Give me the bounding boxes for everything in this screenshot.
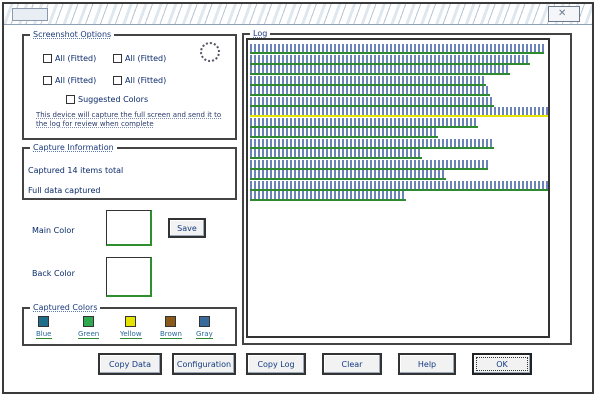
log-line[interactable] [250, 75, 486, 86]
window-title [12, 8, 48, 21]
color-swatch[interactable] [125, 316, 137, 327]
palette-color-gray[interactable]: Gray [196, 316, 213, 339]
ok-button[interactable]: OK [472, 353, 532, 375]
log-line[interactable] [250, 159, 488, 170]
checkbox-box[interactable] [43, 54, 52, 63]
checkbox-label: All (Fitted) [55, 54, 97, 63]
checkbox-box[interactable] [113, 76, 122, 85]
checkbox-4[interactable]: All (Fitted) [113, 76, 166, 85]
color-label: Brown [160, 330, 182, 339]
log-line[interactable] [250, 107, 548, 117]
checkbox-label: All (Fitted) [125, 54, 167, 63]
log-line[interactable] [250, 149, 422, 159]
help-button[interactable]: Help [398, 353, 456, 375]
color-swatch[interactable] [38, 316, 50, 327]
palette-color-yellow[interactable]: Yellow [120, 316, 142, 339]
copy-data-button[interactable]: Copy Data [98, 353, 162, 375]
clear-button[interactable]: Clear [322, 353, 382, 375]
palette-color-green[interactable]: Green [78, 316, 100, 339]
log-line[interactable] [250, 180, 548, 191]
checkbox-2[interactable]: All (Fitted) [113, 54, 166, 63]
gear-icon[interactable] [200, 42, 220, 62]
save-button[interactable]: Save [168, 218, 206, 238]
checkbox-box[interactable] [43, 76, 52, 85]
close-icon: ✕ [558, 8, 567, 19]
log-line[interactable] [250, 96, 494, 107]
checkbox-5[interactable]: Suggested Colors [66, 95, 148, 104]
info-line-1: Captured 14 items total [28, 166, 124, 175]
checkbox-label: All (Fitted) [125, 76, 167, 85]
palette-legend: Captured Colors [30, 303, 101, 312]
log-legend: Log [250, 29, 271, 38]
title-bar: ✕ [4, 4, 592, 25]
palette-color-blue[interactable]: Blue [36, 316, 52, 339]
checkbox-3[interactable]: All (Fitted) [43, 76, 96, 85]
copy-log-button[interactable]: Copy Log [246, 353, 306, 375]
back-color-swatch[interactable] [106, 257, 152, 297]
log-line[interactable] [250, 128, 438, 138]
log-line[interactable] [250, 65, 510, 75]
color-label: Yellow [120, 330, 142, 339]
checkbox-box[interactable] [66, 95, 75, 104]
log-line[interactable] [250, 138, 494, 149]
log-line[interactable] [250, 191, 406, 201]
log-list[interactable] [246, 38, 550, 338]
color-swatch[interactable] [83, 316, 95, 327]
main-color-swatch[interactable] [106, 210, 152, 246]
color-swatch[interactable] [198, 316, 210, 327]
main-color-label: Main Color [32, 226, 75, 235]
back-color-label: Back Color [32, 269, 75, 278]
close-button[interactable]: ✕ [548, 6, 580, 22]
palette-color-brown[interactable]: Brown [160, 316, 182, 339]
checkbox-box[interactable] [113, 54, 122, 63]
log-line[interactable] [250, 170, 446, 180]
color-label: Green [78, 330, 100, 339]
palette-row: Blue Green Yellow Brown Gray [36, 316, 230, 344]
info-line-2: Full data captured [28, 186, 101, 195]
log-line[interactable] [250, 117, 478, 128]
checkbox-label: All (Fitted) [55, 76, 97, 85]
log-line[interactable] [250, 54, 530, 65]
info-legend: Capture Information [30, 143, 117, 152]
configuration-button[interactable]: Configuration [172, 353, 236, 375]
options-legend: Screenshot Options [30, 30, 115, 39]
log-line[interactable] [250, 86, 490, 96]
color-label: Gray [196, 330, 213, 339]
options-description: This device will capture the full screen… [36, 111, 222, 128]
checkbox-label: Suggested Colors [78, 95, 149, 104]
checkbox-1[interactable]: All (Fitted) [43, 54, 96, 63]
color-swatch[interactable] [165, 316, 177, 327]
log-line[interactable] [250, 44, 544, 54]
color-label: Blue [36, 330, 52, 339]
